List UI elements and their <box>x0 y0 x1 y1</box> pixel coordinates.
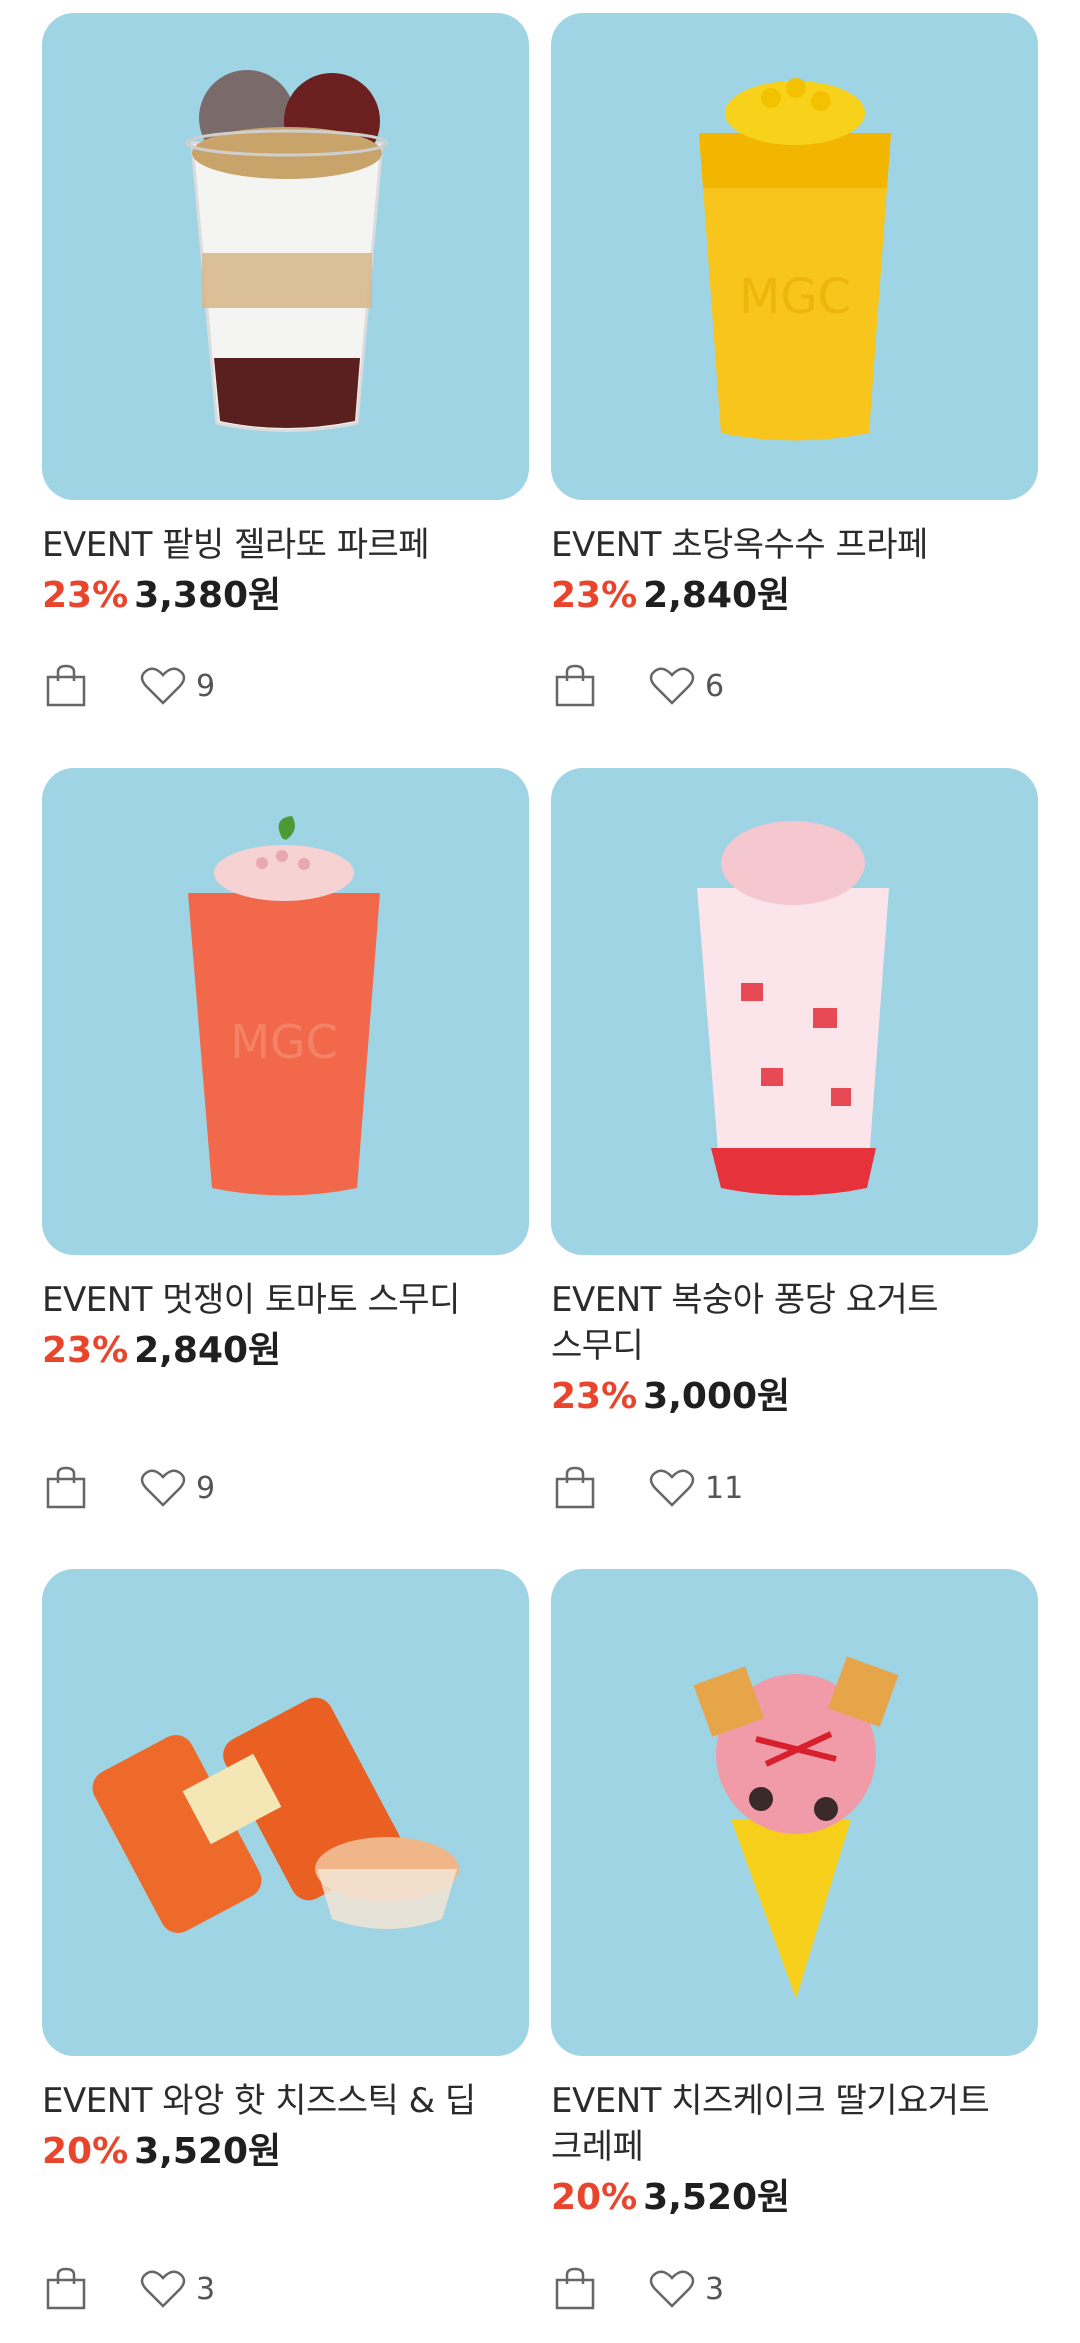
product-name[interactable]: EVENT 와앙 핫 치즈스틱 & 딥 <box>42 2078 529 2124</box>
product-card[interactable]: MGC EVENT 초당옥수수 프라페 23% 2,840원 6 <box>551 13 1038 707</box>
add-to-cart-button[interactable] <box>551 1462 599 1514</box>
like-button[interactable]: 11 <box>649 1466 743 1510</box>
like-count: 6 <box>705 668 725 704</box>
svg-text:MGC: MGC <box>739 269 851 325</box>
product-image[interactable]: MGC <box>42 768 529 1255</box>
product-image[interactable]: MGC <box>551 13 1038 500</box>
product-name[interactable]: EVENT 복숭아 퐁당 요거트 스무디 <box>551 1277 1038 1369</box>
shopping-bag-icon <box>555 664 595 707</box>
shopping-bag-icon <box>555 2267 595 2310</box>
product-actions: 9 <box>42 658 215 714</box>
crepe-illustration <box>693 1656 899 1999</box>
product-card[interactable]: EVENT 팥빙 젤라또 파르페 23% 3,380원 9 <box>42 13 529 707</box>
price-row: 20% 3,520원 <box>551 2176 1038 2220</box>
product-card[interactable]: EVENT 와앙 핫 치즈스틱 & 딥 20% 3,520원 3 <box>42 1569 529 2310</box>
product-image[interactable] <box>551 1569 1038 2056</box>
product-image[interactable] <box>42 13 529 500</box>
product-actions: 9 <box>42 1460 215 1516</box>
add-to-cart-button[interactable] <box>42 660 90 712</box>
product-price: 3,520원 <box>134 2131 282 2172</box>
product-name[interactable]: EVENT 팥빙 젤라또 파르페 <box>42 522 529 568</box>
product-name[interactable]: EVENT 치즈케이크 딸기요거트 크레페 <box>551 2078 1038 2170</box>
product-price: 3,000원 <box>643 1376 791 1417</box>
product-image[interactable] <box>42 1569 529 2056</box>
like-button[interactable]: 3 <box>140 2267 215 2311</box>
heart-icon <box>140 1469 186 1507</box>
product-card[interactable]: EVENT 복숭아 퐁당 요거트 스무디 23% 3,000원 11 <box>551 768 1038 1509</box>
product-actions: 6 <box>551 658 724 714</box>
heart-icon <box>649 667 695 705</box>
product-card[interactable]: MGC EVENT 멋쟁이 토마토 스무디 23% 2,840원 9 <box>42 768 529 1509</box>
price-row: 20% 3,520원 <box>42 2130 529 2174</box>
like-count: 9 <box>196 668 216 704</box>
add-to-cart-button[interactable] <box>551 2263 599 2315</box>
product-price: 2,840원 <box>134 1330 282 1371</box>
product-grid: EVENT 팥빙 젤라또 파르페 23%3,380원 9 MGC EVENT <box>0 0 1080 2343</box>
discount-rate: 20% <box>551 2177 638 2218</box>
like-button[interactable]: 3 <box>649 2267 724 2311</box>
heart-icon <box>140 2270 186 2308</box>
price-row: 23% 2,840원 <box>551 574 1038 618</box>
corn-frappe-illustration: MGC <box>699 78 891 441</box>
discount-rate: 23% <box>551 575 638 616</box>
cheese-stick-illustration <box>92 1697 459 1933</box>
svg-text:MGC: MGC <box>230 1015 337 1069</box>
shopping-bag-icon <box>46 664 86 707</box>
add-to-cart-button[interactable] <box>551 660 599 712</box>
product-actions: 3 <box>551 2261 724 2317</box>
parfait-illustration <box>185 70 389 432</box>
like-count: 9 <box>196 1470 216 1506</box>
heart-icon <box>140 667 186 705</box>
price-row: 23% 3,380원 <box>42 574 529 618</box>
heart-icon <box>649 1469 695 1507</box>
product-actions: 11 <box>551 1460 743 1516</box>
shopping-bag-icon <box>555 1466 595 1509</box>
product-name[interactable]: EVENT 초당옥수수 프라페 <box>551 522 1038 568</box>
tomato-smoothie-illustration: MGC <box>188 816 380 1196</box>
like-button[interactable]: 9 <box>140 664 215 708</box>
add-to-cart-button[interactable] <box>42 2263 90 2315</box>
discount-rate: 20% <box>42 2131 129 2172</box>
like-count: 3 <box>196 2271 216 2307</box>
discount-rate: 23% <box>551 1376 638 1417</box>
product-price: 2,840원 <box>643 575 791 616</box>
price-row: 23% 2,840원 <box>42 1329 529 1373</box>
product-price: 3,380원 <box>134 575 282 616</box>
discount-rate: 23% <box>42 575 129 616</box>
product-actions: 3 <box>42 2261 215 2317</box>
product-price: 3,520원 <box>643 2177 791 2218</box>
like-button[interactable]: 9 <box>140 1466 215 1510</box>
add-to-cart-button[interactable] <box>42 1462 90 1514</box>
like-button[interactable]: 6 <box>649 664 724 708</box>
like-count: 11 <box>705 1470 744 1506</box>
price-row: 23% 3,000원 <box>551 1375 1038 1419</box>
product-name[interactable]: EVENT 멋쟁이 토마토 스무디 <box>42 1277 529 1323</box>
discount-rate: 23% <box>42 1330 129 1371</box>
heart-icon <box>649 2270 695 2308</box>
peach-smoothie-illustration <box>697 821 889 1196</box>
like-count: 3 <box>705 2271 725 2307</box>
shopping-bag-icon <box>46 1466 86 1509</box>
product-card[interactable]: EVENT 치즈케이크 딸기요거트 크레페 20% 3,520원 3 <box>551 1569 1038 2310</box>
shopping-bag-icon <box>46 2267 86 2310</box>
product-image[interactable] <box>551 768 1038 1255</box>
